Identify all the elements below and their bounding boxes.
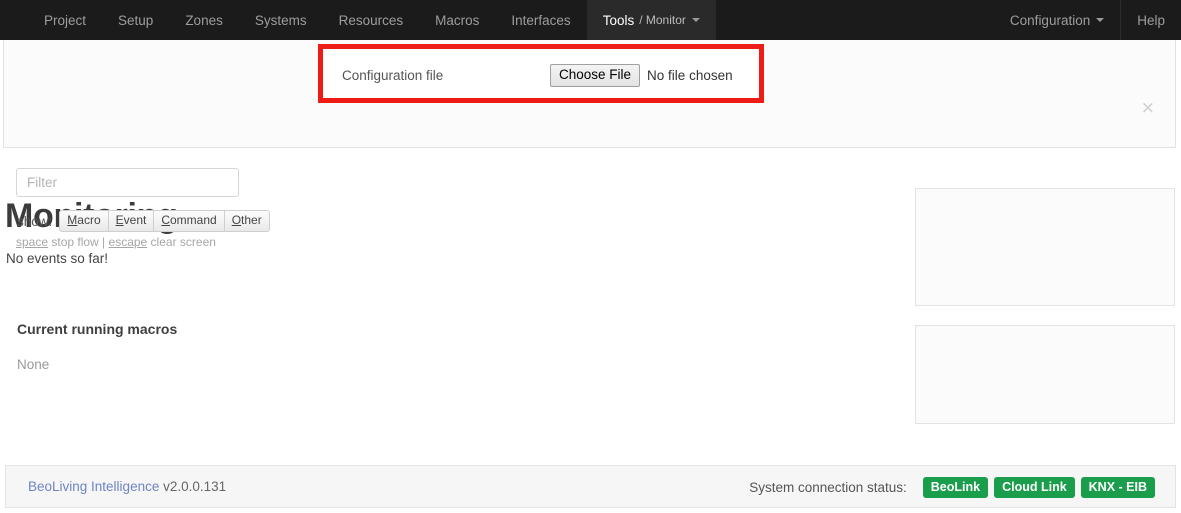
configuration-file-input[interactable]: Choose File No file chosen <box>550 64 733 87</box>
nav-item-label: Tools <box>602 12 635 28</box>
button-label-rest: ommand <box>170 213 217 227</box>
page-footer: BeoLiving Intelligence v2.0.0.131 System… <box>5 465 1176 508</box>
connection-status-group: System connection status: BeoLink Cloud … <box>749 477 1155 498</box>
nav-item-resources[interactable]: Resources <box>323 0 420 40</box>
button-label-rest: acro <box>77 213 101 227</box>
configuration-file-row: Configuration file Choose File No file c… <box>342 64 733 87</box>
nav-item-tools-monitor[interactable]: Tools / Monitor <box>586 0 716 40</box>
no-file-chosen-text: No file chosen <box>647 68 733 83</box>
show-filter-button-group: Macro Event Command Other <box>59 210 270 232</box>
empty-state-message: No events so far! <box>6 251 109 266</box>
filter-input[interactable] <box>16 168 239 197</box>
show-filter-event-button[interactable]: Event <box>107 210 154 232</box>
nav-item-label: Help <box>1137 12 1165 28</box>
nav-item-label: Project <box>44 12 87 28</box>
accesskey-letter: E <box>115 213 124 227</box>
version-label: v2.0.0.131 <box>163 479 227 494</box>
hint-text-stop-flow: stop flow | <box>48 235 109 249</box>
close-icon[interactable]: × <box>1141 100 1155 117</box>
footer-product-info: BeoLiving Intelligence v2.0.0.131 <box>28 479 226 494</box>
show-label: show: <box>17 213 53 229</box>
nav-item-label: Resources <box>338 12 404 28</box>
status-badge-beolink[interactable]: BeoLink <box>922 477 989 498</box>
nav-item-zones[interactable]: Zones <box>169 0 239 40</box>
status-badge-knx-eib[interactable]: KNX - EIB <box>1080 477 1155 498</box>
hint-text-clear-screen: clear screen <box>147 235 216 249</box>
navbar-right-group: Configuration Help <box>994 0 1181 40</box>
running-macros-value: None <box>17 357 50 372</box>
show-filter-row: show: Macro Event Command Other <box>17 210 270 232</box>
nav-item-label: Configuration <box>1009 12 1091 28</box>
running-macros-panel <box>915 325 1175 424</box>
accesskey-letter: M <box>67 213 78 227</box>
nav-item-systems[interactable]: Systems <box>239 0 323 40</box>
show-filter-command-button[interactable]: Command <box>153 210 224 232</box>
main-navbar: Project Setup Zones Systems Resources Ma… <box>0 0 1181 40</box>
accesskey-letter: O <box>231 213 242 227</box>
nav-item-macros[interactable]: Macros <box>419 0 495 40</box>
filter-panel <box>915 188 1175 306</box>
button-label-rest: vent <box>123 213 147 227</box>
choose-file-button[interactable]: Choose File <box>550 64 641 87</box>
chevron-down-icon <box>1096 18 1105 22</box>
nav-item-label: Systems <box>254 12 307 28</box>
nav-item-project[interactable]: Project <box>28 0 102 40</box>
chevron-down-icon <box>691 18 700 22</box>
nav-item-help[interactable]: Help <box>1120 0 1181 40</box>
nav-item-setup[interactable]: Setup <box>102 0 169 40</box>
navbar-left-group: Project Setup Zones Systems Resources Ma… <box>28 0 716 40</box>
main-content: Monitoring No events so far! show: Macro… <box>0 148 1181 448</box>
nav-item-label: Macros <box>435 12 480 28</box>
status-badge-cloud-link[interactable]: Cloud Link <box>994 477 1075 498</box>
nav-item-configuration[interactable]: Configuration <box>994 0 1120 40</box>
nav-item-label: Setup <box>118 12 154 28</box>
product-link[interactable]: BeoLiving Intelligence <box>28 479 159 494</box>
connection-status-label: System connection status: <box>749 480 907 495</box>
running-macros-heading: Current running macros <box>17 321 178 337</box>
button-label-rest: ther <box>241 213 262 227</box>
show-filter-other-button[interactable]: Other <box>223 210 270 232</box>
nav-item-label: Zones <box>185 12 223 28</box>
nav-item-interfaces[interactable]: Interfaces <box>495 0 586 40</box>
nav-item-label: Interfaces <box>511 12 571 28</box>
configuration-file-label: Configuration file <box>342 68 444 83</box>
accesskey-letter: C <box>161 213 170 227</box>
show-filter-macro-button[interactable]: Macro <box>59 210 108 232</box>
keyboard-hints: space stop flow | escape clear screen <box>16 235 216 249</box>
hint-key-space: space <box>16 235 49 249</box>
hint-key-escape: escape <box>108 235 148 249</box>
nav-item-sublabel: / Monitor <box>639 13 686 27</box>
